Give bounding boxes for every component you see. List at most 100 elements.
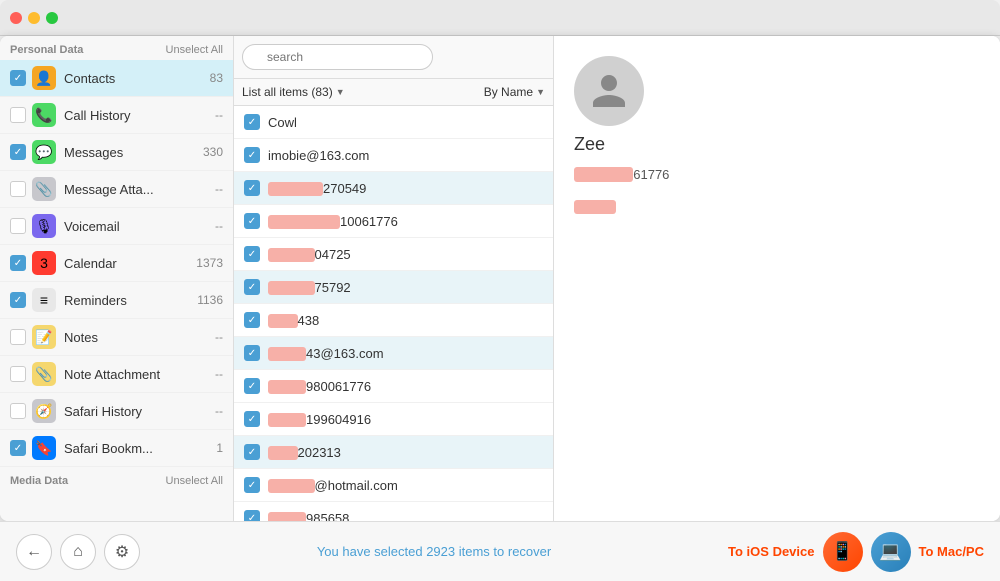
avatar — [574, 56, 644, 126]
list-item[interactable]: █████@hotmail.com — [234, 469, 553, 502]
person-icon — [589, 71, 629, 111]
safari-history-label: Safari History — [64, 404, 215, 419]
status-prefix: You have selected — [317, 544, 426, 559]
call-history-label: Call History — [64, 108, 215, 123]
sidebar-item-safari-history[interactable]: 🧭 Safari History -- — [0, 393, 233, 430]
msgatt-label: Message Atta... — [64, 182, 215, 197]
to-ios-button[interactable]: 📱 — [823, 532, 863, 572]
item-checkbox[interactable] — [244, 213, 260, 229]
notes-icon: 📝 — [32, 325, 56, 349]
call-history-checkbox[interactable] — [10, 107, 26, 123]
item-checkbox[interactable] — [244, 246, 260, 262]
sidebar-item-messages[interactable]: 💬 Messages 330 — [0, 134, 233, 171]
list-item[interactable]: Cowl — [234, 106, 553, 139]
search-wrapper: 🔍 — [242, 44, 545, 70]
sidebar-item-calendar[interactable]: 3 Calendar 1373 — [0, 245, 233, 282]
safari-history-checkbox[interactable] — [10, 403, 26, 419]
reminders-icon: ≡ — [32, 288, 56, 312]
list-item[interactable]: ████43@163.com — [234, 337, 553, 370]
mac-label[interactable]: To Mac/PC — [919, 544, 985, 559]
list-item[interactable]: imobie@163.com — [234, 139, 553, 172]
list-controls: List all items (83) ▼ By Name ▼ — [234, 79, 553, 106]
call-history-count: -- — [215, 108, 223, 122]
item-name: ████199604916 — [268, 412, 371, 427]
item-checkbox[interactable] — [244, 180, 260, 196]
item-checkbox[interactable] — [244, 147, 260, 163]
reminders-checkbox[interactable] — [10, 292, 26, 308]
sidebar-item-contacts[interactable]: 👤 Contacts 83 — [0, 60, 233, 97]
calendar-label: Calendar — [64, 256, 196, 271]
list-item[interactable]: ███202313 — [234, 436, 553, 469]
item-checkbox[interactable] — [244, 444, 260, 460]
notes-checkbox[interactable] — [10, 329, 26, 345]
item-name: █████04725 — [268, 247, 351, 262]
msgatt-checkbox[interactable] — [10, 181, 26, 197]
contacts-checkbox[interactable] — [10, 70, 26, 86]
safari-bookmarks-label: Safari Bookm... — [64, 441, 216, 456]
sidebar-item-message-attachments[interactable]: 📎 Message Atta... -- — [0, 171, 233, 208]
voicemail-checkbox[interactable] — [10, 218, 26, 234]
action-buttons: To iOS Device 📱 💻 To Mac/PC — [728, 532, 984, 572]
sort-button[interactable]: By Name ▼ — [484, 85, 545, 99]
home-button[interactable]: ⌂ — [60, 534, 96, 570]
sidebar-item-call-history[interactable]: 📞 Call History -- — [0, 97, 233, 134]
status-count: 2923 — [426, 544, 455, 559]
messages-label: Messages — [64, 145, 203, 160]
messages-checkbox[interactable] — [10, 144, 26, 160]
item-checkbox[interactable] — [244, 477, 260, 493]
sidebar-item-voicemail[interactable]: 🎙 Voicemail -- — [0, 208, 233, 245]
voicemail-icon: 🎙 — [32, 214, 56, 238]
item-checkbox[interactable] — [244, 510, 260, 521]
sort-chevron: ▼ — [536, 87, 545, 97]
item-checkbox[interactable] — [244, 114, 260, 130]
safari-history-icon: 🧭 — [32, 399, 56, 423]
notes-count: -- — [215, 330, 223, 344]
calendar-checkbox[interactable] — [10, 255, 26, 271]
messages-icon: 💬 — [32, 140, 56, 164]
close-button[interactable] — [10, 12, 22, 24]
list-item[interactable]: ████980061776 — [234, 370, 553, 403]
item-checkbox[interactable] — [244, 411, 260, 427]
status-suffix: items to recover — [455, 544, 551, 559]
list-item[interactable]: █████75792 — [234, 271, 553, 304]
media-unselect-button[interactable]: Unselect All — [166, 475, 223, 487]
item-name: ████████10061776 — [268, 214, 398, 229]
list-item[interactable]: ██████270549 — [234, 172, 553, 205]
personal-section-title: Personal Data — [10, 44, 83, 56]
list-item[interactable]: █████04725 — [234, 238, 553, 271]
contact-list: Cowl imobie@163.com ██████270549 ███████… — [234, 106, 553, 521]
list-item[interactable]: ████985658 — [234, 502, 553, 521]
ios-label[interactable]: To iOS Device — [728, 544, 814, 559]
media-section-title: Media Data — [10, 475, 68, 487]
sidebar-item-reminders[interactable]: ≡ Reminders 1136 — [0, 282, 233, 319]
notes-label: Notes — [64, 330, 215, 345]
safari-history-count: -- — [215, 404, 223, 418]
item-checkbox[interactable] — [244, 312, 260, 328]
noteatt-checkbox[interactable] — [10, 366, 26, 382]
sidebar-item-notes[interactable]: 📝 Notes -- — [0, 319, 233, 356]
personal-unselect-button[interactable]: Unselect All — [166, 44, 223, 56]
detail-panel: Zee ██████61776 ████ — [554, 36, 1000, 521]
settings-button[interactable]: ⚙ — [104, 534, 140, 570]
phone-blurred: ██████ — [574, 167, 633, 182]
back-button[interactable]: ← — [16, 534, 52, 570]
list-item[interactable]: ████████10061776 — [234, 205, 553, 238]
safari-bookmarks-checkbox[interactable] — [10, 440, 26, 456]
list-all-button[interactable]: List all items (83) ▼ — [242, 85, 345, 99]
list-item[interactable]: ███438 — [234, 304, 553, 337]
item-checkbox[interactable] — [244, 378, 260, 394]
item-checkbox[interactable] — [244, 279, 260, 295]
sidebar-item-note-attachments[interactable]: 📎 Note Attachment -- — [0, 356, 233, 393]
msgatt-count: -- — [215, 182, 223, 196]
contacts-label: Contacts — [64, 71, 210, 86]
item-checkbox[interactable] — [244, 345, 260, 361]
list-item[interactable]: ████199604916 — [234, 403, 553, 436]
search-input[interactable] — [242, 44, 433, 70]
maximize-button[interactable] — [46, 12, 58, 24]
to-mac-button[interactable]: 💻 — [871, 532, 911, 572]
media-section-header: Media Data Unselect All — [0, 467, 233, 491]
minimize-button[interactable] — [28, 12, 40, 24]
list-panel: 🔍 List all items (83) ▼ By Name ▼ Cowl — [234, 36, 554, 521]
item-name: █████75792 — [268, 280, 351, 295]
sidebar-item-safari-bookmarks[interactable]: 🔖 Safari Bookm... 1 — [0, 430, 233, 467]
